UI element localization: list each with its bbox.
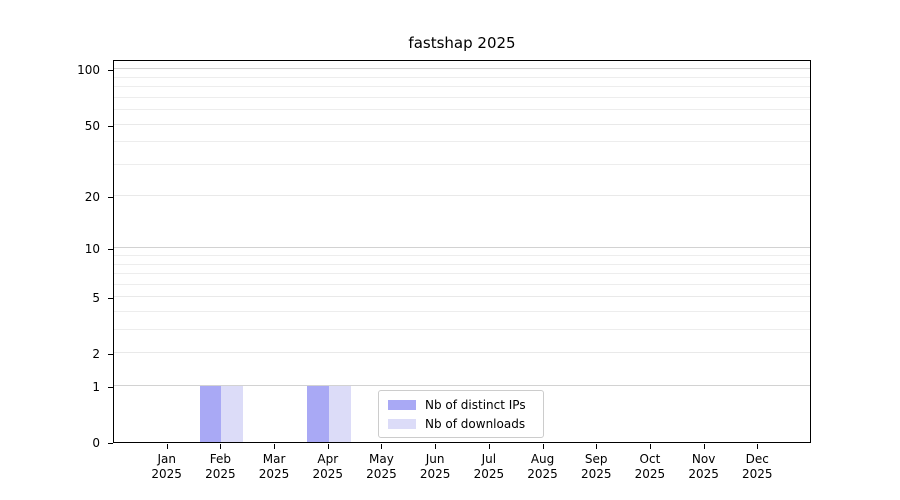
legend-label-distinct-ips: Nb of distinct IPs <box>425 398 526 412</box>
x-tick-jan <box>167 444 168 449</box>
y-gridline-70 <box>114 97 810 98</box>
legend-entry-distinct-ips: Nb of distinct IPs <box>388 398 534 412</box>
y-gridline-8 <box>114 264 810 265</box>
plot-area <box>113 60 811 443</box>
y-gridline-100 <box>114 68 810 69</box>
y-gridline-10 <box>114 247 810 248</box>
y-gridline-30 <box>114 164 810 165</box>
y-tick-label-5: 5 <box>60 292 100 304</box>
x-tick-dec <box>757 444 758 449</box>
x-tick-label-aug: Aug2025 <box>513 452 573 482</box>
y-tick-5 <box>108 298 113 299</box>
y-gridline-90 <box>114 77 810 78</box>
x-tick-jun <box>435 444 436 449</box>
x-tick-label-jun: Jun2025 <box>405 452 465 482</box>
x-tick-may <box>381 444 382 449</box>
y-tick-50 <box>108 126 113 127</box>
y-tick-label-10: 10 <box>60 243 100 255</box>
y-gridline-4 <box>114 311 810 312</box>
y-tick-label-100: 100 <box>60 64 100 76</box>
x-tick-label-may: May2025 <box>351 452 411 482</box>
y-tick-label-0: 0 <box>60 437 100 449</box>
x-tick-apr <box>328 444 329 449</box>
y-tick-label-20: 20 <box>60 191 100 203</box>
x-tick-label-mar: Mar2025 <box>244 452 304 482</box>
bar-nb-of-downloads-feb <box>221 386 243 442</box>
x-tick-label-jan: Jan2025 <box>137 452 197 482</box>
y-tick-20 <box>108 197 113 198</box>
y-gridline-20 <box>114 195 810 196</box>
y-gridline-3 <box>114 329 810 330</box>
figure: fastshap 2025 0 1 2 5 10 20 50 100 Jan2025Feb202… <box>0 0 900 500</box>
y-gridline-9 <box>114 255 810 256</box>
y-gridline-40 <box>114 141 810 142</box>
y-gridline-5 <box>114 296 810 297</box>
x-tick-label-oct: Oct2025 <box>620 452 680 482</box>
x-tick-label-apr: Apr2025 <box>298 452 358 482</box>
x-tick-aug <box>543 444 544 449</box>
chart-title: fastshap 2025 <box>113 34 811 52</box>
x-tick-sep <box>596 444 597 449</box>
bar-nb-of-distinct-ips-feb <box>200 386 222 442</box>
y-tick-label-50: 50 <box>60 120 100 132</box>
y-gridline-50 <box>114 124 810 125</box>
x-tick-oct <box>650 444 651 449</box>
x-tick-mar <box>274 444 275 449</box>
x-tick-feb <box>220 444 221 449</box>
legend-entry-downloads: Nb of downloads <box>388 417 534 431</box>
x-tick-label-dec: Dec2025 <box>727 452 787 482</box>
bar-nb-of-downloads-apr <box>329 386 351 442</box>
y-tick-0 <box>108 443 113 444</box>
y-tick-label-1: 1 <box>60 381 100 393</box>
x-tick-nov <box>704 444 705 449</box>
x-tick-label-nov: Nov2025 <box>674 452 734 482</box>
legend-swatch-downloads <box>388 419 416 429</box>
x-tick-label-sep: Sep2025 <box>566 452 626 482</box>
x-tick-label-feb: Feb2025 <box>190 452 250 482</box>
y-gridline-80 <box>114 86 810 87</box>
legend-swatch-distinct-ips <box>388 400 416 410</box>
y-tick-1 <box>108 387 113 388</box>
y-gridline-7 <box>114 273 810 274</box>
y-tick-100 <box>108 70 113 71</box>
y-gridline-6 <box>114 284 810 285</box>
y-gridline-60 <box>114 109 810 110</box>
x-tick-label-jul: Jul2025 <box>459 452 519 482</box>
y-gridline-2 <box>114 352 810 353</box>
x-tick-jul <box>489 444 490 449</box>
y-tick-10 <box>108 249 113 250</box>
legend: Nb of distinct IPs Nb of downloads <box>378 390 544 438</box>
legend-label-downloads: Nb of downloads <box>425 417 525 431</box>
y-tick-label-2: 2 <box>60 348 100 360</box>
bar-nb-of-distinct-ips-apr <box>307 386 329 442</box>
y-tick-2 <box>108 354 113 355</box>
